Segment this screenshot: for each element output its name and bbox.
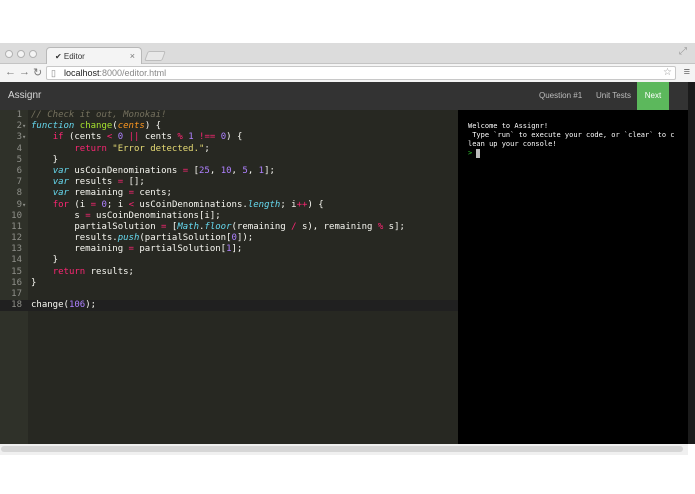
line-number: 16 (11, 277, 22, 288)
code-text: change(106); (31, 300, 97, 311)
line-number: 8 (16, 188, 22, 199)
console-cursor[interactable] (476, 149, 480, 158)
code-line[interactable]: 7 var results = []; (0, 177, 458, 188)
code-line[interactable]: 2 ▾ function change(cents) { (0, 121, 458, 132)
nav-question-link[interactable]: Question #1 (539, 91, 582, 100)
code-text: results.push(partialSolution[0]); (31, 233, 254, 244)
code-text: } (31, 277, 37, 288)
code-editor[interactable]: 1// Check it out, Monokai! 2 ▾ function cha… (0, 110, 458, 444)
code-text: // Check it out, Monokai! (31, 110, 167, 120)
fold-arrow-icon[interactable]: ▾ (22, 200, 28, 211)
code-text: remaining = partialSolution[1]; (31, 244, 243, 255)
code-line[interactable]: 4 return "Error detected."; (0, 144, 458, 155)
code-text: for (i = 0; i < usCoinDenominations.leng… (52, 199, 324, 210)
line-number: 12 (11, 233, 22, 244)
browser-tab-editor[interactable]: ✔ Editor × (46, 47, 142, 64)
fold-arrow-icon[interactable]: ▾ (22, 132, 28, 143)
console-line: Welcome to Assignr! (468, 122, 549, 130)
line-number: 11 (11, 221, 22, 232)
code-line[interactable]: 10 s = usCoinDenominations[i]; (0, 211, 458, 222)
code-text: } (31, 154, 59, 165)
fold-arrow-icon[interactable]: ▾ (22, 121, 28, 132)
tab-title: ✔ Editor (55, 52, 85, 61)
tab-close-icon[interactable]: × (130, 51, 135, 61)
new-tab-button[interactable] (144, 51, 166, 61)
minimize-window-button[interactable] (17, 50, 25, 58)
line-number: 15 (11, 266, 22, 277)
code-text: } (31, 255, 59, 266)
code-lines: 1// Check it out, Monokai! 2 ▾ function cha… (0, 110, 458, 312)
nav-unit-tests-link[interactable]: Unit Tests (596, 91, 631, 100)
console-prompt: > (468, 149, 473, 157)
line-number: 1 (16, 110, 22, 120)
line-number: 10 (11, 210, 22, 221)
code-line[interactable]: 9 ▾ for (i = 0; i < usCoinDenominations.l… (0, 200, 458, 211)
code-line[interactable]: 6 var usCoinDenominations = [25, 10, 5, … (0, 166, 458, 177)
bookmark-star-icon[interactable]: ☆ (663, 67, 672, 78)
code-line[interactable]: 13 remaining = partialSolution[1]; (0, 244, 458, 255)
app-navbar: Assignr Question #1 Unit Tests Next (0, 82, 688, 110)
code-text: partialSolution = [Math.floor(remaining … (31, 221, 405, 232)
line-number: 14 (11, 255, 22, 266)
tab-strip: ✔ Editor × ⤢ (0, 43, 695, 64)
fullscreen-icon[interactable]: ⤢ (679, 46, 687, 57)
browser-window: ✔ Editor × ⤢ ← → ↻ ▯ localhost:8000/edit… (0, 43, 695, 455)
line-number: 6 (16, 165, 22, 176)
code-line[interactable]: 1 // Check it out, Monokai! (0, 110, 458, 121)
forward-arrow-icon[interactable]: → (19, 66, 30, 78)
url-text: localhost:8000/editor.html (64, 68, 167, 78)
line-number: 13 (11, 244, 22, 255)
code-text: function change(cents) { (31, 121, 162, 132)
code-text: var results = []; (52, 177, 145, 188)
code-line[interactable]: 8 var remaining = cents; (0, 188, 458, 199)
code-line[interactable]: 17 (0, 289, 458, 300)
scrollbar-thumb[interactable] (1, 446, 683, 452)
line-number: 18 (11, 300, 22, 311)
horizontal-scrollbar[interactable] (0, 444, 688, 455)
line-number: 3 (16, 132, 22, 143)
line-number: 4 (16, 143, 22, 154)
code-text: var remaining = cents; (52, 188, 172, 199)
vertical-scrollbar[interactable] (688, 82, 695, 444)
code-line[interactable]: 15 return results; (0, 267, 458, 278)
line-number: 5 (16, 154, 22, 165)
reload-icon[interactable]: ↻ (33, 66, 42, 79)
code-line[interactable]: 18 change(106); (0, 300, 458, 312)
console-line: lean up your console! (468, 140, 557, 148)
code-line[interactable]: 11 partialSolution = [Math.floor(remaini… (0, 222, 458, 233)
address-bar[interactable]: ▯ localhost:8000/editor.html ☆ (46, 66, 676, 80)
maximize-window-button[interactable] (29, 50, 37, 58)
code-text: s = usCoinDenominations[i]; (31, 210, 221, 221)
brand-title[interactable]: Assignr (8, 90, 41, 101)
back-arrow-icon[interactable]: ← (5, 66, 16, 78)
code-line[interactable]: 12 results.push(partialSolution[0]); (0, 233, 458, 244)
code-text: var usCoinDenominations = [25, 10, 5, 1]… (52, 165, 275, 176)
code-line[interactable]: 5 } (0, 155, 458, 166)
code-text: return results; (52, 266, 134, 277)
code-line[interactable]: 16} (0, 278, 458, 289)
console-panel[interactable]: Welcome to Assignr! Type `run` to execut… (458, 110, 688, 444)
line-number: 9 (16, 199, 22, 210)
next-button[interactable]: Next (637, 82, 669, 110)
code-line[interactable]: 14 } (0, 255, 458, 266)
close-window-button[interactable] (5, 50, 13, 58)
hamburger-menu-icon[interactable]: ≡ (684, 66, 690, 78)
line-number: 7 (16, 177, 22, 188)
code-text: if (cents < 0 || cents % 1 !== 0) { (52, 132, 243, 143)
line-number: 17 (11, 289, 22, 299)
page-icon: ▯ (51, 68, 56, 78)
code-text: return "Error detected."; (74, 143, 210, 154)
code-line[interactable]: 3 ▾ if (cents < 0 || cents % 1 !== 0) { (0, 132, 458, 143)
line-number: 2 (16, 121, 22, 132)
console-line: Type `run` to execute your code, or `cle… (468, 131, 675, 139)
address-toolbar: ← → ↻ ▯ localhost:8000/editor.html ☆ ≡ (0, 64, 695, 83)
